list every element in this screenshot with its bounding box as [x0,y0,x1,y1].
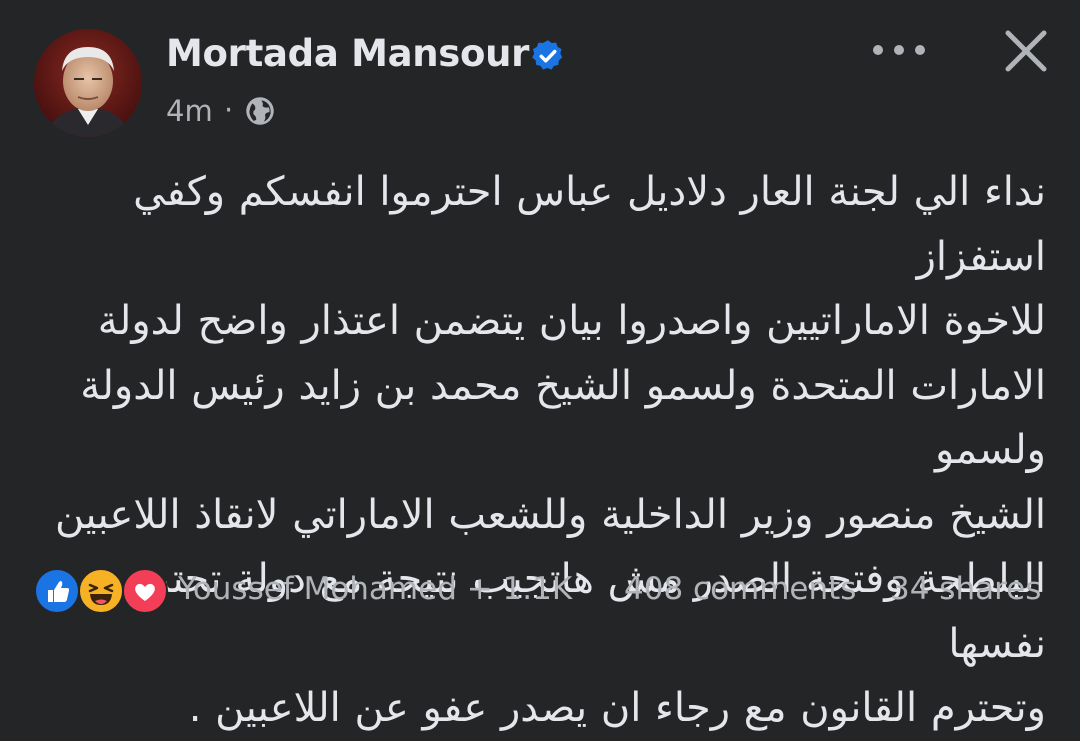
comments-count[interactable]: 408 comments [624,571,856,607]
post-timestamp[interactable]: 4m [166,94,213,128]
reaction-icons[interactable] [34,568,168,614]
verified-badge-icon [532,40,563,70]
haha-icon [78,568,124,614]
close-icon[interactable] [1002,27,1050,75]
avatar-photo [34,29,142,137]
shares-count[interactable]: 34 shares [890,571,1041,607]
post-body-text: نداء الي لجنة العار دلاديل عباس احترموا … [54,169,1046,731]
reaction-summary[interactable]: Youssef Mohamed + 1.1K [178,571,572,607]
like-icon [34,568,80,614]
author-name[interactable]: Mortada Mansour [166,32,529,75]
meta-separator: · [224,93,234,127]
more-dots-icon[interactable] [870,40,928,60]
author-avatar[interactable] [34,29,142,137]
globe-icon[interactable] [245,96,275,126]
love-icon [122,568,168,614]
